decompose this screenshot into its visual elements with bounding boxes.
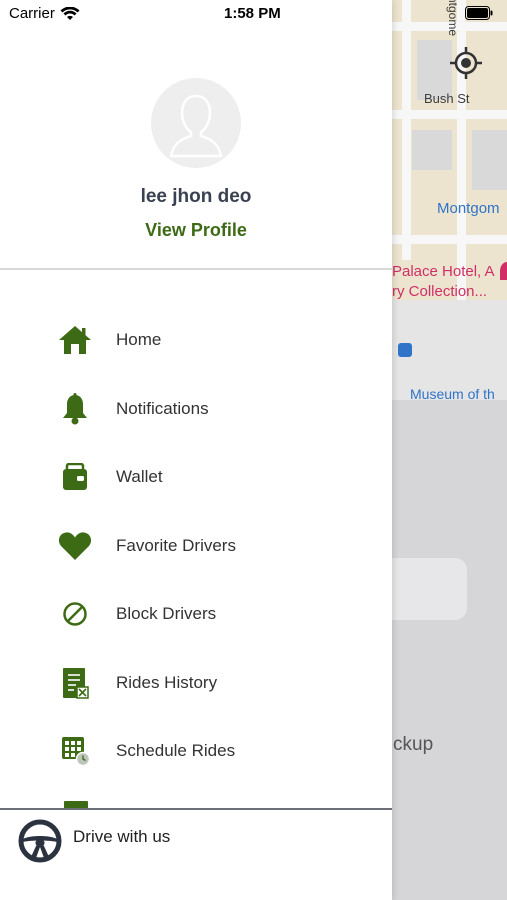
- schedule-icon: [56, 732, 94, 770]
- map-label-palace-1: Palace Hotel, A: [392, 263, 495, 280]
- divider: [0, 268, 392, 270]
- status-time: 1:58 PM: [224, 5, 281, 22]
- view-profile-link[interactable]: View Profile: [145, 220, 247, 241]
- map-street: [402, 0, 411, 260]
- menu-item-block-drivers[interactable]: Block Drivers: [0, 580, 392, 649]
- locate-me-button[interactable]: [447, 44, 485, 82]
- drive-with-us-button[interactable]: Drive with us: [0, 808, 392, 900]
- status-bar: Carrier 1:58 PM: [0, 0, 392, 28]
- map-label-montgomery: Montgom: [437, 200, 500, 217]
- map-label-street: ntgome: [446, 0, 460, 37]
- menu-item-wallet[interactable]: Wallet: [0, 443, 392, 512]
- user-placeholder-icon: [169, 94, 223, 158]
- avatar[interactable]: [151, 78, 241, 168]
- menu-item-label: Notifications: [116, 398, 209, 418]
- drive-with-us-label: Drive with us: [73, 827, 171, 846]
- map-block: [472, 130, 507, 190]
- menu-item-label: Block Drivers: [116, 604, 217, 624]
- menu-item-rides-history[interactable]: Rides History: [0, 649, 392, 718]
- map-pin-icon: [500, 262, 507, 280]
- menu-item-label: Home: [116, 330, 162, 350]
- pickup-text: ckup: [393, 734, 434, 755]
- menu-item-schedule-rides[interactable]: Schedule Rides: [0, 717, 392, 786]
- side-drawer: Carrier 1:58 PM lee jhon deo View Profil…: [0, 0, 392, 900]
- user-name: lee jhon deo: [140, 186, 252, 207]
- search-card[interactable]: [392, 558, 467, 620]
- menu-item-notifications[interactable]: Notifications: [0, 375, 392, 444]
- battery-icon: [465, 6, 493, 25]
- menu-item-label: Wallet: [116, 467, 163, 487]
- partially-hidden-menu-icon: [64, 801, 88, 808]
- wallet-icon: [56, 458, 94, 496]
- block-icon: [56, 595, 94, 633]
- menu-item-favorite-drivers[interactable]: Favorite Drivers: [0, 512, 392, 581]
- map-label-palace-2: ry Collection...: [392, 283, 488, 300]
- map-block: [412, 130, 452, 170]
- crosshair-icon: [450, 47, 482, 79]
- menu-item-label: Schedule Rides: [116, 741, 236, 761]
- drawer-menu: Home Notifications Wallet Favorite Drive…: [0, 306, 392, 786]
- steering-wheel-icon: [18, 819, 62, 863]
- menu-item-label: Favorite Drivers: [116, 535, 236, 555]
- wifi-icon: [60, 6, 80, 20]
- map-label-bush: Bush St: [424, 91, 470, 106]
- profile-header: lee jhon deo View Profile: [0, 78, 392, 241]
- transit-icon: [398, 343, 412, 357]
- menu-item-home[interactable]: Home: [0, 306, 392, 375]
- heart-icon: [56, 527, 94, 565]
- bell-icon: [56, 390, 94, 428]
- carrier-label: Carrier: [9, 5, 55, 22]
- menu-item-label: Rides History: [116, 672, 218, 692]
- history-icon: [56, 664, 94, 702]
- home-icon: [56, 321, 94, 359]
- map-label-museum: Museum of th: [410, 386, 495, 400]
- carrier-indicator: Carrier: [9, 5, 80, 22]
